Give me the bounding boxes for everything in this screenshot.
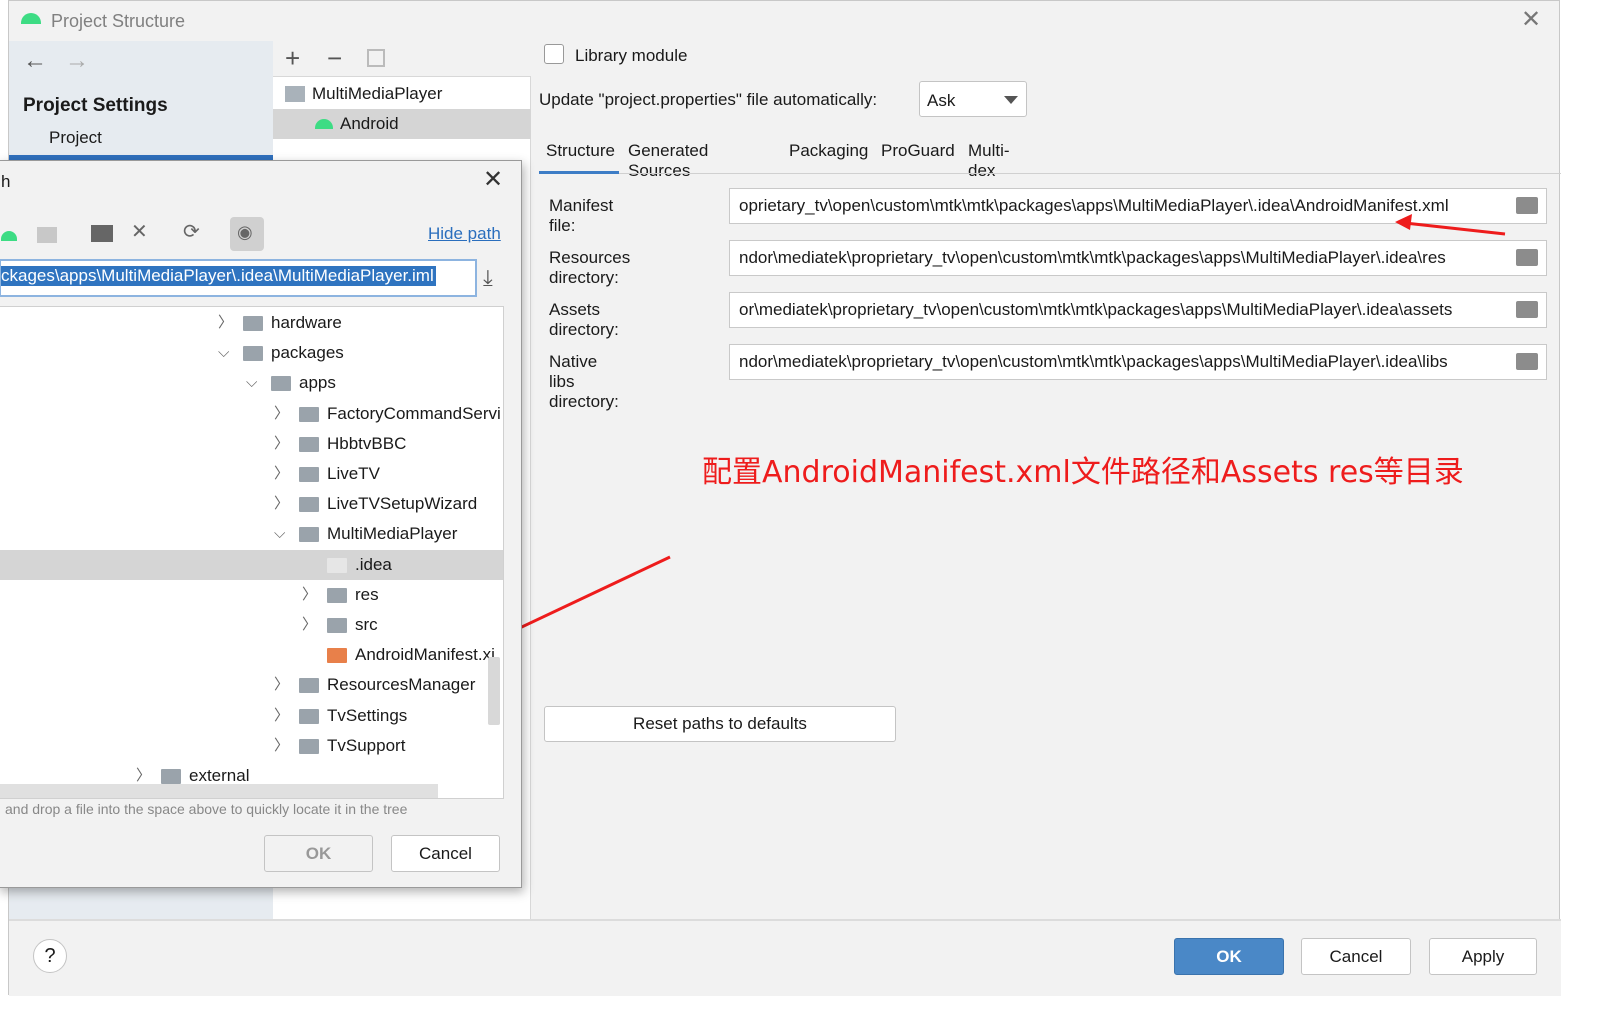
folder-icon: [299, 497, 319, 513]
drop-hint: and drop a file into the space above to …: [5, 801, 408, 817]
vertical-scrollbar[interactable]: [488, 657, 500, 725]
folder-icon: [299, 436, 319, 452]
eye-icon: ◉: [237, 222, 253, 242]
chevron-right-icon[interactable]: 〉: [302, 580, 317, 610]
tree-row[interactable]: 〉 ResourcesManager: [0, 670, 503, 700]
chevron-right-icon[interactable]: 〉: [218, 308, 233, 338]
tree-row-label: apps: [299, 373, 336, 393]
tree-row[interactable]: 〉 HbbtvBBC: [0, 429, 503, 459]
chevron-down-icon[interactable]: ⌵: [218, 338, 229, 368]
chevron-right-icon[interactable]: 〉: [274, 701, 289, 731]
hide-path-link[interactable]: Hide path: [428, 224, 501, 244]
tree-row[interactable]: 〉 LiveTVSetupWizard: [0, 489, 503, 519]
chevron-right-icon[interactable]: 〉: [274, 399, 289, 429]
tree-row-label: TvSupport: [327, 735, 406, 755]
file-chooser-dialog: h ✕ ✕ ⟳ ◉ Hide path ckages\apps\MultiMed…: [0, 160, 522, 888]
dialog-ok-button[interactable]: OK: [264, 835, 373, 872]
tree-row[interactable]: 〉 TvSupport: [0, 731, 503, 761]
folder-icon: [299, 406, 319, 422]
path-input[interactable]: ckages\apps\MultiMediaPlayer\.idea\Multi…: [0, 259, 477, 297]
tree-row[interactable]: 〉 TvSettings: [0, 701, 503, 731]
tree-row-label: MultiMediaPlayer: [327, 524, 458, 544]
tree-row[interactable]: ⌵ MultiMediaPlayer: [0, 519, 503, 549]
chevron-right-icon[interactable]: 〉: [274, 731, 289, 761]
close-icon[interactable]: ✕: [483, 165, 503, 194]
dialog-cancel-button[interactable]: Cancel: [391, 835, 500, 872]
horizontal-scrollbar[interactable]: [0, 784, 438, 798]
tree-row-label: ResourcesManager: [327, 675, 476, 695]
chevron-right-icon[interactable]: 〉: [274, 459, 289, 489]
tree-row-label: LiveTVSetupWizard: [327, 494, 478, 514]
folder-icon: [327, 618, 347, 633]
folder-icon: [299, 467, 319, 482]
tree-row-label: .idea: [355, 554, 392, 574]
folder-icon: [161, 769, 181, 784]
tree-row-label: packages: [271, 343, 344, 363]
chevron-down-icon[interactable]: ⌵: [274, 519, 285, 549]
chevron-right-icon[interactable]: 〉: [274, 429, 289, 459]
path-input-value: ckages\apps\MultiMediaPlayer\.idea\Multi…: [1, 266, 436, 286]
tree-row-label: TvSettings: [327, 705, 408, 725]
tree-row[interactable]: ⌵ packages: [0, 338, 503, 368]
tree-row[interactable]: 〉 src: [0, 610, 503, 640]
new-folder-icon[interactable]: [91, 225, 113, 242]
tree-row[interactable]: .idea: [0, 549, 503, 580]
dialog-title: h: [1, 172, 11, 191]
folder-icon: [271, 376, 291, 392]
module-folder-icon[interactable]: [37, 227, 57, 243]
refresh-icon[interactable]: ⟳: [183, 219, 200, 244]
show-hidden-toggle[interactable]: ◉: [230, 217, 264, 251]
file-tree: 〉 external 〉 TvSupport 〉 TvSettings 〉 Resources…: [0, 306, 504, 799]
tree-row[interactable]: 〉 LiveTV: [0, 459, 503, 489]
folder-icon: [327, 557, 347, 573]
folder-icon: [243, 346, 263, 362]
chevron-right-icon[interactable]: 〉: [302, 610, 317, 640]
download-icon[interactable]: ⤓: [483, 265, 493, 291]
folder-icon: [299, 708, 319, 724]
tree-row[interactable]: 〉 FactoryCommandServi: [0, 399, 503, 429]
tree-row-label: HbbtvBBC: [327, 433, 407, 453]
annotation-arrowhead: [1395, 214, 1412, 230]
tree-row-label: FactoryCommandServi: [327, 403, 501, 423]
tree-row-label: res: [355, 584, 379, 604]
folder-icon: [299, 527, 319, 543]
tree-row-label: hardware: [271, 313, 342, 332]
annotation-arrow: [1404, 221, 1506, 236]
tree-row[interactable]: 〉 hardware: [0, 308, 503, 338]
folder-icon: [327, 587, 347, 603]
folder-icon: [299, 678, 319, 694]
chevron-down-icon[interactable]: ⌵: [246, 368, 257, 398]
chevron-right-icon[interactable]: 〉: [274, 670, 289, 700]
android-icon[interactable]: [1, 231, 17, 241]
tree-row-label: AndroidManifest.xi: [355, 645, 495, 665]
tree-row[interactable]: AndroidManifest.xi: [0, 640, 503, 670]
chevron-right-icon[interactable]: 〉: [274, 489, 289, 519]
tree-row-label: src: [355, 615, 378, 634]
xml-file-icon: [327, 648, 347, 664]
tree-row[interactable]: ⌵ apps: [0, 368, 503, 398]
folder-icon: [299, 738, 319, 754]
tree-row-label: LiveTV: [327, 464, 380, 483]
delete-icon[interactable]: ✕: [131, 219, 148, 244]
tree-row[interactable]: 〉 res: [0, 580, 503, 610]
folder-icon: [243, 316, 263, 331]
